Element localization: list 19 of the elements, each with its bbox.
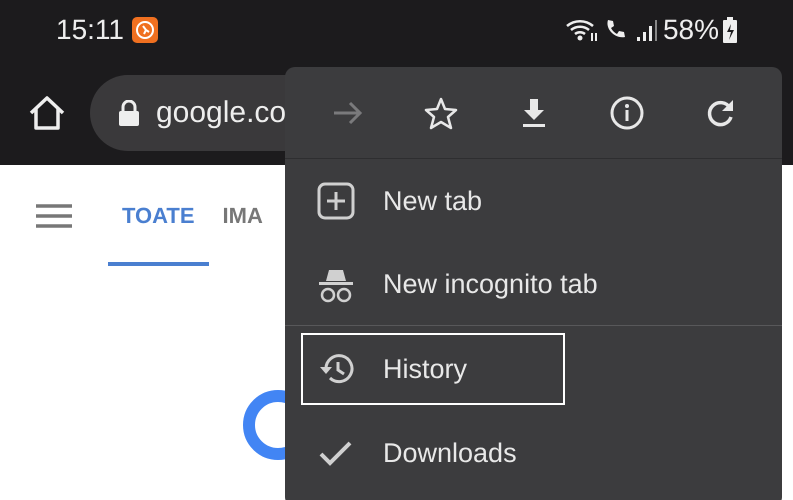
menu-item[interactable]: New incognito tab [285,244,782,326]
battery-percent: 58% [662,13,719,47]
battery-charging-icon [723,17,737,43]
lock-icon [118,100,140,126]
menu-item[interactable]: History [300,332,566,406]
logo-drawing [243,390,285,460]
search-tab[interactable]: TOATE [108,165,209,266]
menu-item[interactable]: New tab [285,160,782,242]
new-tab-icon [317,182,355,220]
running-app-icon [132,17,158,43]
info-icon[interactable] [610,96,644,130]
url-text: google.co [156,95,286,131]
star-icon[interactable] [424,96,458,130]
clock-time: 15:11 [56,13,124,47]
wifi-icon [564,17,599,43]
menu-item[interactable]: Downloads [285,412,782,494]
menu-icon[interactable] [36,202,72,228]
home-icon[interactable] [28,94,66,130]
search-tab[interactable]: IMA [208,165,277,266]
